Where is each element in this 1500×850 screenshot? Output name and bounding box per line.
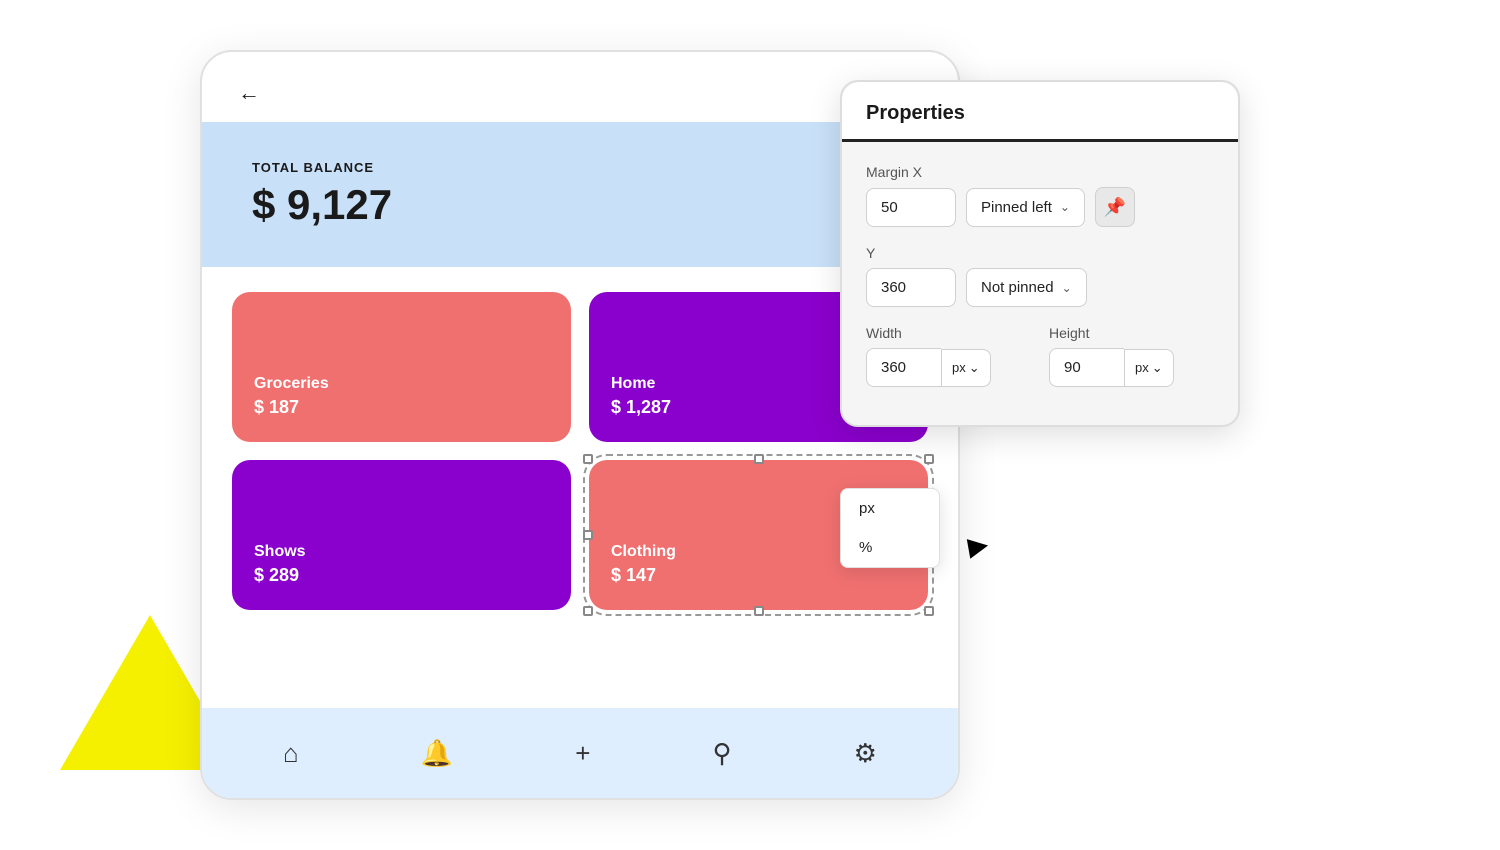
clothing-amount: $ 147 <box>611 565 906 586</box>
search-icon[interactable]: ⚲ <box>713 738 732 769</box>
handle-bottom-right[interactable] <box>924 606 934 616</box>
height-group: Height px ⌄ <box>1049 325 1214 387</box>
handle-middle-left[interactable] <box>583 530 593 540</box>
home-icon[interactable]: ⌂ <box>283 738 299 769</box>
back-button[interactable]: ← <box>238 80 260 106</box>
pin-button[interactable]: 📌 <box>1095 187 1135 227</box>
handle-top-middle[interactable] <box>754 454 764 464</box>
panel-body: Margin X Pinned left ⌄ 📌 Y Not pinned ⌄ <box>842 142 1238 425</box>
width-unit-label: px <box>952 360 966 375</box>
margin-x-row: Margin X Pinned left ⌄ 📌 <box>866 164 1214 227</box>
y-row: Y Not pinned ⌄ <box>866 245 1214 307</box>
chevron-down-icon-h: ⌄ <box>1152 360 1163 376</box>
height-input[interactable] <box>1049 348 1124 387</box>
groceries-amount: $ 187 <box>254 397 549 418</box>
shows-card[interactable]: Shows $ 289 <box>232 460 571 610</box>
handle-top-right[interactable] <box>924 454 934 464</box>
width-input[interactable] <box>866 348 941 387</box>
y-pin-label: Not pinned <box>981 279 1054 296</box>
margin-x-input[interactable] <box>866 188 956 227</box>
panel-title: Properties <box>866 102 965 125</box>
height-inputs: px ⌄ <box>1049 348 1214 387</box>
bottom-navigation: ⌂ 🔔 + ⚲ ⚙ <box>202 708 958 798</box>
height-unit-select[interactable]: px ⌄ <box>1124 349 1174 387</box>
y-pin-select[interactable]: Not pinned ⌄ <box>966 268 1087 307</box>
width-unit-select[interactable]: px ⌄ <box>941 349 991 387</box>
unit-dropdown: px % <box>840 488 940 568</box>
gear-icon[interactable]: ⚙ <box>854 738 877 769</box>
panel-header: Properties <box>842 82 1238 142</box>
shows-label: Shows <box>254 543 549 561</box>
properties-panel: Properties Margin X Pinned left ⌄ 📌 Y <box>840 80 1240 427</box>
chevron-down-icon-w: ⌄ <box>969 360 980 376</box>
height-label: Height <box>1049 325 1214 341</box>
y-inputs: Not pinned ⌄ <box>866 268 1214 307</box>
plus-icon[interactable]: + <box>575 738 590 769</box>
groceries-card[interactable]: Groceries $ 187 <box>232 292 571 442</box>
cards-grid: Groceries $ 187 Home $ 1,287 Shows $ 289… <box>232 292 928 610</box>
width-inputs: px ⌄ <box>866 348 1031 387</box>
width-label: Width <box>866 325 1031 341</box>
chevron-down-icon-y: ⌄ <box>1062 281 1072 295</box>
y-input[interactable] <box>866 268 956 307</box>
margin-x-pin-label: Pinned left <box>981 199 1052 216</box>
margin-x-inputs: Pinned left ⌄ 📌 <box>866 187 1214 227</box>
handle-bottom-middle[interactable] <box>754 606 764 616</box>
cursor: ▶ <box>965 528 990 562</box>
margin-x-label: Margin X <box>866 164 1214 180</box>
height-unit-label: px <box>1135 360 1149 375</box>
pin-icon: 📌 <box>1104 197 1126 218</box>
bell-icon[interactable]: 🔔 <box>421 738 453 769</box>
handle-top-left[interactable] <box>583 454 593 464</box>
dropdown-item-px[interactable]: px <box>841 489 939 528</box>
handle-bottom-left[interactable] <box>583 606 593 616</box>
wh-row: Width px ⌄ Height px ⌄ <box>866 325 1214 387</box>
width-group: Width px ⌄ <box>866 325 1031 387</box>
dropdown-item-percent[interactable]: % <box>841 528 939 567</box>
shows-amount: $ 289 <box>254 565 549 586</box>
y-label: Y <box>866 245 1214 261</box>
chevron-down-icon: ⌄ <box>1060 200 1070 214</box>
margin-x-pin-select[interactable]: Pinned left ⌄ <box>966 188 1085 227</box>
groceries-label: Groceries <box>254 375 549 393</box>
